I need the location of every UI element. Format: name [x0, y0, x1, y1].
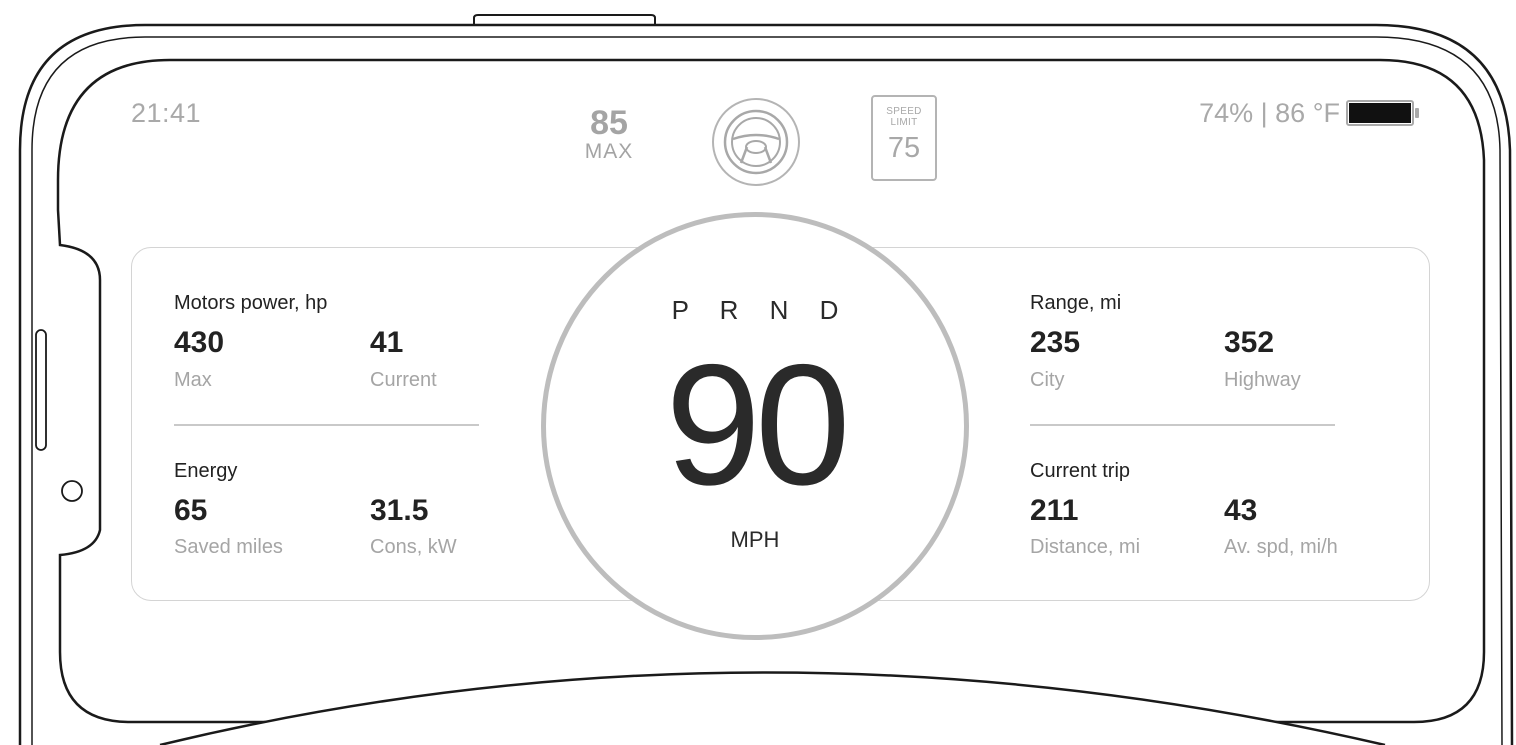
- motors-power-title: Motors power, hp: [174, 292, 328, 314]
- dashboard-screen: 21:41 85 MAX SPEED LIMIT 75 74% | 86 °F …: [0, 0, 1516, 745]
- motors-max-label: Max: [174, 369, 212, 391]
- trip-avg-speed-value: 43: [1224, 494, 1258, 527]
- current-speed: 90: [665, 329, 850, 521]
- clock: 21:41: [131, 98, 202, 128]
- trip-avg-speed-label: Av. spd, mi/h: [1224, 536, 1338, 558]
- trip-distance-label: Distance, mi: [1030, 536, 1141, 558]
- motors-current-value: 41: [370, 326, 404, 359]
- range-title: Range, mi: [1030, 292, 1122, 314]
- battery-icon: [1346, 100, 1419, 126]
- left-divider: [174, 424, 479, 426]
- battery-temperature-readout: 74% | 86 °F: [1199, 98, 1340, 128]
- speed-limit-text-2: LIMIT: [890, 117, 918, 128]
- energy-title: Energy: [174, 460, 238, 482]
- motors-max-value: 430: [174, 326, 225, 359]
- energy-saved-value: 65: [174, 494, 208, 527]
- max-speed-label: MAX: [584, 140, 634, 163]
- steering-wheel-icon[interactable]: [711, 97, 801, 187]
- gear-selector[interactable]: P R N D: [541, 295, 969, 326]
- current-trip-title: Current trip: [1030, 460, 1131, 482]
- energy-saved-label: Saved miles: [174, 536, 283, 558]
- range-city-value: 235: [1030, 326, 1081, 359]
- battery-level-fill: [1349, 103, 1411, 123]
- range-highway-value: 352: [1224, 326, 1275, 359]
- trip-distance-value: 211: [1030, 494, 1079, 527]
- energy-cons-label: Cons, kW: [370, 536, 457, 558]
- motors-current-label: Current: [370, 369, 437, 391]
- range-city-label: City: [1030, 369, 1065, 391]
- max-speed-value: 85: [590, 104, 628, 142]
- speed-limit-sign: SPEED LIMIT 75: [871, 95, 937, 181]
- energy-cons-value: 31.5: [370, 494, 429, 527]
- range-highway-label: Highway: [1224, 369, 1301, 391]
- right-divider: [1030, 424, 1335, 426]
- speed-limit-text-1: SPEED: [886, 106, 922, 117]
- max-speed-indicator: 85 MAX: [568, 106, 650, 164]
- speed-unit: MPH: [730, 527, 780, 552]
- speed-limit-value: 75: [887, 132, 921, 164]
